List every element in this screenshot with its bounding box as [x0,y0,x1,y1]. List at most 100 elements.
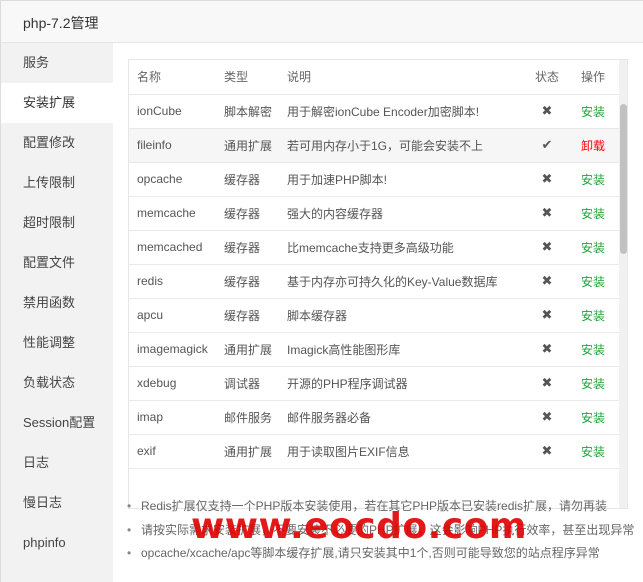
ext-status-icon: ✖ [541,103,553,118]
ext-type: 缓存器 [224,308,261,323]
header-status: 状态 [527,60,567,95]
table-header-row: 名称 类型 说明 状态 操作 [129,60,619,95]
ext-name: fileinfo [137,138,172,152]
table-cell: 邮件服务 [224,400,287,435]
sidebar-item[interactable]: Session配置 [1,403,113,443]
table-row: memcache 缓存器 强大的内容缓存器 ✖ 安装 [129,196,619,231]
table-cell: memcached [129,230,224,265]
note-item: opcache/xcache/apc等脚本缓存扩展,请只安装其中1个,否则可能导… [125,542,640,566]
ext-type: 通用扩展 [224,444,273,459]
table-cell: ✖ [527,162,567,197]
ext-name: ionCube [137,104,182,118]
install-button[interactable]: 安装 [581,275,605,289]
table-row: ionCube 脚本解密 用于解密ionCube Encoder加密脚本! ✖ 安装 [129,94,619,129]
install-button[interactable]: 安装 [581,377,605,391]
table-cell: exif [129,434,224,469]
scrollbar-thumb[interactable] [620,104,627,254]
table-cell: ✖ [527,366,567,401]
install-button[interactable]: 安装 [581,207,605,221]
ext-status-icon: ✖ [541,171,553,186]
table-cell: 缓存器 [224,230,287,265]
table-cell: ✖ [527,298,567,333]
header-type: 类型 [224,60,287,95]
table-cell: 基于内存亦可持久化的Key-Value数据库 [287,264,527,299]
ext-type: 邮件服务 [224,410,273,425]
extensions-table: 名称 类型 说明 状态 操作 ionCube 脚本解密 用于解密ionCube En… [129,60,619,469]
ext-status-icon: ✖ [541,307,553,322]
ext-desc: 用于解密ionCube Encoder加密脚本! [287,104,480,119]
table-cell: opcache [129,162,224,197]
header-desc: 说明 [287,60,527,95]
table-scrollbar[interactable] [619,60,627,508]
sidebar-item[interactable]: 安装扩展 [1,83,113,123]
table-cell: 卸载 [567,128,619,163]
extensions-table-container: 名称 类型 说明 状态 操作 ionCube 脚本解密 用于解密ionCube En… [128,59,628,509]
extensions-panel: 名称 类型 说明 状态 操作 ionCube 脚本解密 用于解密ionCube En… [113,43,643,582]
ext-desc: 邮件服务器必备 [287,410,372,425]
ext-desc: 基于内存亦可持久化的Key-Value数据库 [287,274,498,289]
table-cell: xdebug [129,366,224,401]
table-cell: memcache [129,196,224,231]
sidebar-item[interactable]: 配置文件 [1,243,113,283]
sidebar-item[interactable]: 超时限制 [1,203,113,243]
install-button[interactable]: 安装 [581,445,605,459]
table-cell: 缓存器 [224,298,287,333]
ext-name: redis [137,274,164,288]
table-cell: fileinfo [129,128,224,163]
ext-name: opcache [137,172,183,186]
table-cell: apcu [129,298,224,333]
ext-name: exif [137,444,156,458]
sidebar-item[interactable]: 慢日志 [1,483,113,523]
ext-desc: 开源的PHP程序调试器 [287,376,408,391]
table-cell: 通用扩展 [224,434,287,469]
table-row: apcu 缓存器 脚本缓存器 ✖ 安装 [129,298,619,333]
table-cell: redis [129,264,224,299]
window-titlebar[interactable]: php-7.2管理 [1,1,643,43]
table-cell: 安装 [567,400,619,435]
ext-name: imap [137,410,164,424]
ext-desc: 比memcache支持更多高级功能 [287,240,454,255]
sidebar-item[interactable]: 负载状态 [1,363,113,403]
sidebar-item[interactable]: 日志 [1,443,113,483]
sidebar-item[interactable]: 性能调整 [1,323,113,363]
table-cell: 安装 [567,434,619,469]
ext-name: memcache [137,206,196,220]
ext-status-icon: ✖ [541,239,553,254]
php-manager-window: php-7.2管理 服务 安装扩展 配置修改 上传限制 超时限制 配置文件 禁用函数 性能调整… [0,0,643,582]
table-row: opcache 缓存器 用于加速PHP脚本! ✖ 安装 [129,162,619,197]
install-button[interactable]: 安装 [581,241,605,255]
ext-desc: Imagick高性能图形库 [287,342,401,357]
ext-type: 调试器 [224,376,261,391]
install-button[interactable]: 安装 [581,105,605,119]
ext-desc: 用于读取图片EXIF信息 [287,444,410,459]
sidebar-item[interactable]: 服务 [1,43,113,83]
install-button[interactable]: 安装 [581,309,605,323]
ext-desc: 脚本缓存器 [287,308,348,323]
uninstall-button[interactable]: 卸载 [581,139,605,153]
sidebar-item[interactable]: 配置修改 [1,123,113,163]
table-row: imagemagick 通用扩展 Imagick高性能图形库 ✖ 安装 [129,332,619,367]
sidebar-item[interactable]: phpinfo [1,523,113,563]
table-row: memcached 缓存器 比memcache支持更多高级功能 ✖ 安装 [129,230,619,265]
table-cell: 安装 [567,264,619,299]
sidebar-item[interactable]: 禁用函数 [1,283,113,323]
ext-type: 通用扩展 [224,342,273,357]
table-cell: 缓存器 [224,196,287,231]
ext-status-icon: ✖ [541,341,553,356]
sidebar-item[interactable]: 上传限制 [1,163,113,203]
ext-name: xdebug [137,376,177,390]
table-cell: 用于解密ionCube Encoder加密脚本! [287,94,527,129]
table-cell: ✖ [527,94,567,129]
ext-status-icon: ✖ [541,443,553,458]
ext-desc: 强大的内容缓存器 [287,206,384,221]
install-button[interactable]: 安装 [581,343,605,357]
install-button[interactable]: 安装 [581,173,605,187]
install-button[interactable]: 安装 [581,411,605,425]
table-cell: 通用扩展 [224,332,287,367]
table-cell: 脚本解密 [224,94,287,129]
ext-type: 缓存器 [224,206,261,221]
ext-type: 通用扩展 [224,138,273,153]
table-cell: ✖ [527,196,567,231]
ext-status-icon: ✔ [541,137,553,152]
table-cell: 安装 [567,230,619,265]
